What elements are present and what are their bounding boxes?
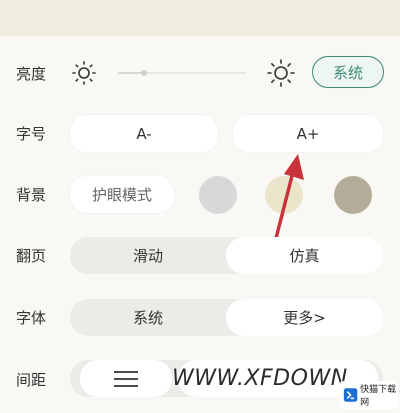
page-turn-selector: 滑动 仿真 [70,237,383,274]
page-turn-simulate-option[interactable]: 仿真 [226,237,383,274]
font-selector: 系统 更多> [70,299,383,336]
spacing-label: 间距 [16,371,47,389]
background-swatch-khaki[interactable] [334,176,372,214]
page-turn-slide-label: 滑动 [132,247,163,265]
font-size-label: 字号 [16,125,47,143]
font-more-option[interactable]: 更多> [226,299,383,336]
brightness-system-button[interactable]: 系统 [312,56,384,88]
top-band [0,0,400,36]
watermark-text: WWW.XFDOWN [172,366,348,391]
eye-mode-button[interactable]: 护眼模式 [70,176,174,213]
background-label: 背景 [16,186,47,204]
reader-settings-panel [0,36,400,413]
brightness-high-icon [267,59,295,87]
background-swatch-gray[interactable] [199,176,237,214]
font-decrease-label: A- [136,124,152,143]
eye-mode-label: 护眼模式 [91,186,152,204]
brightness-low-icon [72,61,96,85]
spacing-compact-icon [114,370,138,387]
page-turn-slide-option[interactable]: 滑动 [70,237,226,274]
font-label: 字体 [16,309,47,327]
font-more-label: 更多> [283,309,326,327]
spacing-compact-option[interactable] [80,360,172,397]
brightness-slider[interactable] [118,66,246,80]
brightness-label: 亮度 [16,65,47,83]
page-turn-simulate-label: 仿真 [289,247,320,265]
page-turn-label: 翻页 [16,247,47,265]
watermark-logo-icon [343,388,358,402]
font-system-option[interactable]: 系统 [70,299,226,336]
brightness-system-label: 系统 [332,63,363,82]
watermark-badge: 快猫下载网 [340,381,398,409]
slider-fill [118,72,144,74]
font-increase-label: A+ [296,124,320,143]
watermark-badge-text: 快猫下载网 [360,385,397,408]
font-decrease-button[interactable]: A- [70,115,218,152]
slider-thumb[interactable] [140,70,147,76]
font-system-label: 系统 [132,309,163,327]
font-increase-button[interactable]: A+ [233,115,383,152]
